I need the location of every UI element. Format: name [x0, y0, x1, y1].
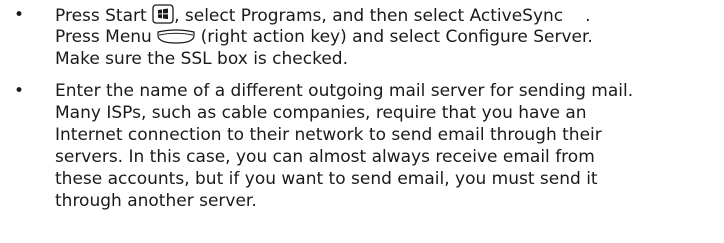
bullet-marker: • — [13, 5, 25, 25]
text-line: Make sure the SSL box is checked. — [55, 49, 348, 69]
text-line: Many ISPs, such as cable companies, requ… — [55, 103, 587, 123]
instruction-page: • Press Start , select Programs, and the… — [0, 0, 724, 243]
text-line: Internet connection to their network to … — [55, 125, 602, 145]
text-line: Press Menu (right action key) and select… — [55, 27, 593, 47]
text-line: these accounts, but if you want to send … — [55, 169, 598, 189]
text-line: Press Start , select Programs, and then … — [55, 4, 591, 26]
text-line: Enter the name of a different outgoing m… — [55, 81, 634, 101]
windows-start-icon — [152, 4, 174, 24]
list-item-text: Enter the name of a different outgoing m… — [55, 80, 720, 212]
list-item-text: Press Start , select Programs, and then … — [55, 4, 720, 70]
menu-key-icon — [157, 29, 195, 45]
text-line: through another server. — [55, 191, 257, 211]
text-line: servers. In this case, you can almost al… — [55, 147, 595, 167]
bullet-marker: • — [13, 81, 25, 101]
